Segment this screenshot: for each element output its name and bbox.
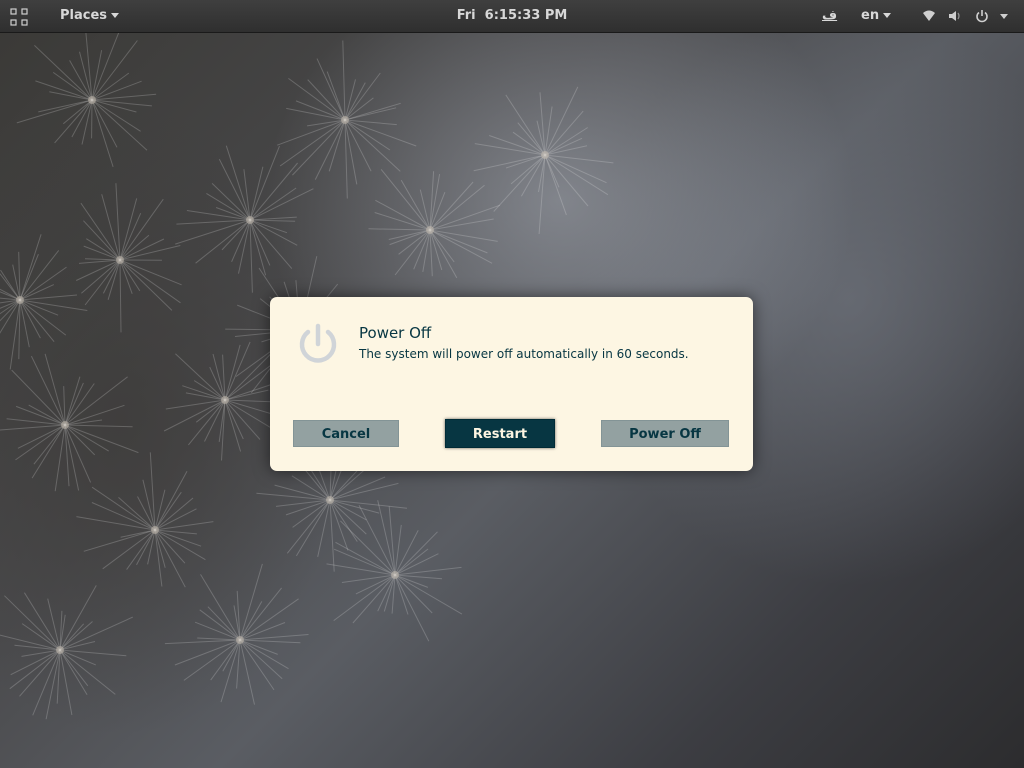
system-status-menu[interactable]	[920, 0, 1016, 32]
keyboard-layout-label: ﻑ	[822, 8, 838, 23]
power-icon	[299, 323, 337, 363]
clock-time: 6:15:33 PM	[484, 8, 568, 23]
restart-button[interactable]: Restart	[445, 419, 555, 448]
power-off-button[interactable]: Power Off	[601, 420, 729, 447]
chevron-down-icon	[111, 13, 120, 18]
power-icon	[976, 10, 988, 23]
wifi-icon	[923, 10, 935, 21]
top-bar: Places Fri 6:15:33 PM ﻑ en	[0, 0, 1024, 33]
activities-button[interactable]	[10, 0, 34, 32]
clock-day: Fri	[456, 8, 476, 23]
language-menu[interactable]: en	[861, 0, 892, 32]
grid-icon	[10, 8, 28, 26]
volume-icon	[949, 11, 960, 21]
dialog-message: The system will power off automatically …	[359, 347, 689, 361]
places-label: Places	[60, 8, 108, 23]
places-menu[interactable]: Places	[60, 0, 120, 32]
chevron-down-icon	[883, 13, 892, 18]
keyboard-layout-indicator[interactable]: ﻑ	[822, 0, 837, 32]
cancel-button[interactable]: Cancel	[293, 420, 399, 447]
dialog-title: Power Off	[359, 324, 432, 342]
chevron-down-icon	[1000, 14, 1008, 19]
clock-button[interactable]: Fri 6:15:33 PM	[457, 8, 568, 23]
language-label: en	[861, 8, 880, 23]
power-off-dialog: Power Off The system will power off auto…	[270, 297, 753, 471]
